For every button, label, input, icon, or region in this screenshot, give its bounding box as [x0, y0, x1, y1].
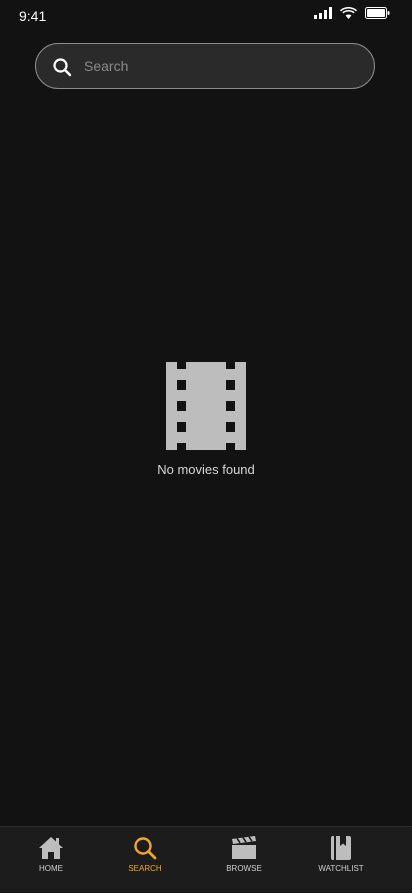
- nav-label-watchlist: WATCHLIST: [318, 864, 364, 873]
- bottom-nav: HOME SEARCH BROWSE WATCHLIST: [0, 826, 412, 892]
- empty-state-message: No movies found: [157, 462, 255, 477]
- nav-item-search[interactable]: SEARCH: [105, 827, 185, 893]
- wifi-icon: [340, 7, 357, 19]
- nav-label-search: SEARCH: [128, 864, 162, 873]
- status-icons: [314, 6, 390, 19]
- cellular-signal-icon: [314, 6, 332, 19]
- search-bar[interactable]: [35, 43, 375, 89]
- battery-icon: [365, 6, 390, 19]
- search-input[interactable]: [84, 44, 354, 88]
- status-time: 9:41: [19, 8, 47, 24]
- home-icon: [39, 837, 63, 859]
- empty-state: No movies found: [0, 362, 412, 477]
- nav-label-home: HOME: [39, 864, 63, 873]
- status-bar: 9:41: [0, 0, 412, 34]
- nav-item-watchlist[interactable]: WATCHLIST: [301, 827, 381, 893]
- nav-item-browse[interactable]: BROWSE: [204, 827, 284, 893]
- bookmark-book-icon: [331, 836, 351, 860]
- search-icon: [53, 58, 72, 77]
- film-icon: [166, 362, 246, 450]
- nav-item-home[interactable]: HOME: [11, 827, 91, 893]
- search-icon: [134, 837, 157, 860]
- clapperboard-icon: [232, 836, 256, 859]
- nav-label-browse: BROWSE: [226, 864, 262, 873]
